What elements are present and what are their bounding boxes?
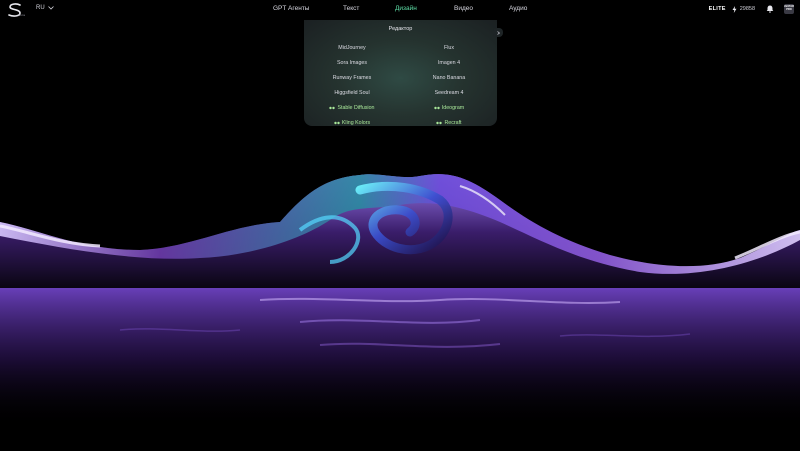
tier-badge: ELITE [708, 6, 726, 12]
menu-item-imagen-4[interactable]: Imagen 4 [401, 55, 497, 70]
account-tools: ELITE 29858 AVATAR PRO [709, 3, 794, 15]
avatar[interactable]: AVATAR PRO [784, 4, 794, 14]
glasses-icon [334, 121, 340, 124]
nav-item-audio[interactable]: Аудио [509, 5, 527, 12]
chevron-right-icon [496, 30, 500, 35]
menu-item-recraft[interactable]: Recraft [401, 115, 497, 130]
menu-item-ideogram[interactable]: Ideogram [401, 100, 497, 115]
menu-item-runway-frames[interactable]: Runway Frames [304, 70, 400, 85]
menu-item-seedream-4[interactable]: Seedream 4 [401, 85, 497, 100]
menu-item-sora-images[interactable]: Sora Images [304, 55, 400, 70]
dropdown-collapse-handle[interactable] [493, 28, 503, 37]
bell-icon[interactable] [766, 5, 774, 13]
nav-item-design[interactable]: Дизайн [395, 5, 417, 12]
design-dropdown: Редактор MidJourney Sora Images Runway F… [304, 20, 497, 126]
menu-item-nano-banana[interactable]: Nano Banana [401, 70, 497, 85]
top-bar: Sora RU GPT Агенты Текст Дизайн Видео Ау… [0, 0, 800, 20]
nav-item-video[interactable]: Видео [454, 5, 473, 12]
glasses-icon [434, 106, 440, 109]
main-nav: GPT Агенты Текст Дизайн Видео Аудио [0, 5, 800, 15]
nav-item-gpt-agents[interactable]: GPT Агенты [273, 5, 309, 12]
dropdown-title-editor[interactable]: Редактор [304, 26, 497, 32]
dropdown-column-right: Flux Imagen 4 Nano Banana Seedream 4 Ide… [401, 40, 497, 130]
glasses-icon [329, 106, 336, 109]
menu-item-higgsfield-soul[interactable]: Higgsfield Soul [304, 85, 400, 100]
credits-count: 29858 [739, 6, 755, 12]
avatar-label: AVATAR PRO [783, 5, 795, 11]
page: Sora RU GPT Агенты Текст Дизайн Видео Ау… [0, 0, 800, 451]
glasses-icon [436, 121, 443, 124]
bolt-icon [732, 5, 737, 13]
nav-item-text[interactable]: Текст [343, 5, 359, 12]
dropdown-column-left: MidJourney Sora Images Runway Frames Hig… [304, 40, 400, 130]
menu-item-midjourney[interactable]: MidJourney [304, 40, 400, 55]
menu-item-stable-diffusion[interactable]: Stable Diffusion [304, 100, 400, 115]
menu-item-flux[interactable]: Flux [401, 40, 497, 55]
menu-item-kling-kolors[interactable]: Kling Kolors [304, 115, 400, 130]
